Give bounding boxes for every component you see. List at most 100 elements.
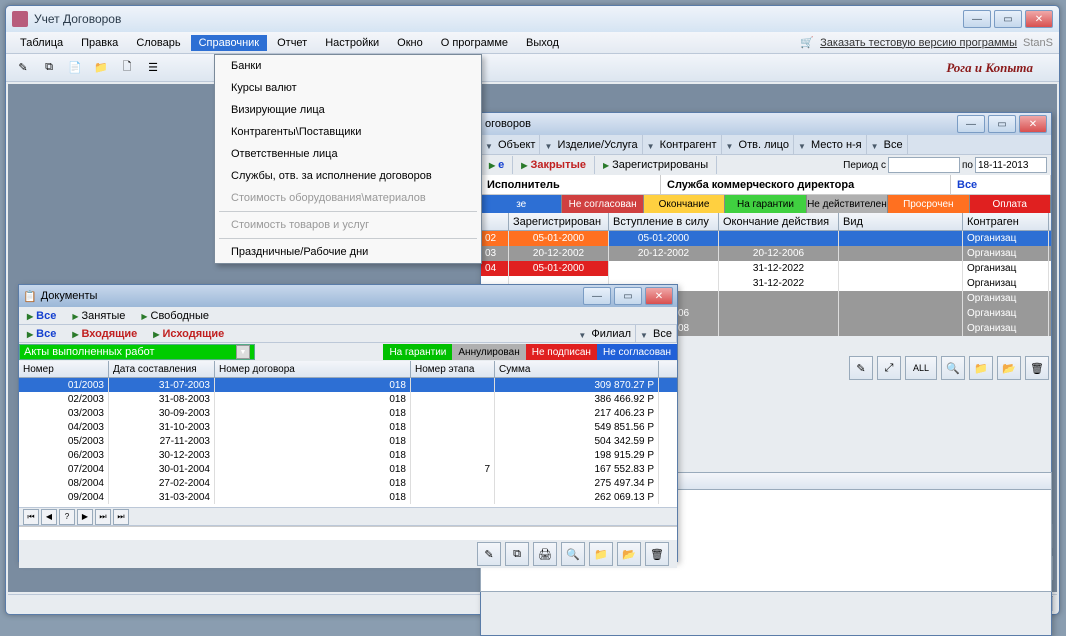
main-titlebar: Учет Договоров — ▭ ✕ <box>6 6 1059 32</box>
table-row[interactable]: 0405-01-200031-12-2022Организац <box>481 261 1051 276</box>
table-row[interactable]: 05/200327-11-2003018504 342.59 Р <box>19 434 677 448</box>
contracts-max-button[interactable]: ▭ <box>988 115 1016 133</box>
ct-search-icon[interactable]: 🔍 <box>941 356 965 380</box>
docs-tab2-all[interactable]: ▶Все <box>19 325 64 343</box>
nav-first-button[interactable]: ⏮ <box>23 509 39 525</box>
ct-trash-icon[interactable]: 🗑 <box>1025 356 1049 380</box>
nav-last2-button[interactable]: ⏭ <box>113 509 129 525</box>
table-row[interactable]: 07/200430-01-20040187167 552.83 Р <box>19 462 677 476</box>
dropdown-item[interactable]: Курсы валют <box>215 77 481 99</box>
column-header[interactable]: Зарегистрирован <box>509 213 609 230</box>
dt-print-icon[interactable]: 🖨 <box>533 542 557 566</box>
table-row[interactable]: 0320-12-200220-12-200220-12-2006Организа… <box>481 246 1051 261</box>
table-row[interactable]: 06/200330-12-2003018198 915.29 Р <box>19 448 677 462</box>
nav-last-button[interactable]: ⏭ <box>95 509 111 525</box>
filter-counterparty[interactable]: Контрагент <box>643 135 722 154</box>
dt-folder2-icon[interactable]: 📂 <box>617 542 641 566</box>
menu-window[interactable]: Окно <box>389 35 431 51</box>
dt-copy-icon[interactable]: ⧉ <box>505 542 529 566</box>
nav-prev-button[interactable]: ◀ <box>41 509 57 525</box>
column-header[interactable]: Дата составления <box>109 361 215 377</box>
filter-responsible[interactable]: Отв. лицо <box>722 135 794 154</box>
filter-all[interactable]: Все <box>867 135 908 154</box>
menu-settings[interactable]: Настройки <box>317 35 387 51</box>
menu-dictionary[interactable]: Словарь <box>128 35 188 51</box>
dropdown-item[interactable]: Ответственные лица <box>215 143 481 165</box>
tool-new-icon[interactable]: 🗋 <box>116 57 138 79</box>
ct-select-icon[interactable]: ⤢ <box>877 356 901 380</box>
legend-item: Не подписан <box>526 344 597 360</box>
doc-type-select[interactable]: Акты выполненных работ ▼ <box>19 344 255 360</box>
filter-location[interactable]: Место н-я <box>794 135 867 154</box>
dropdown-item[interactable]: Контрагенты\Поставщики <box>215 121 481 143</box>
column-header[interactable]: Вступление в силу <box>609 213 719 230</box>
date-from-input[interactable] <box>888 157 960 173</box>
docs-close-button[interactable]: ✕ <box>645 287 673 305</box>
filter-object[interactable]: Объект <box>481 135 540 154</box>
tool-copy-icon[interactable]: ⧉ <box>38 57 60 79</box>
filter-product[interactable]: Изделие/Услуга <box>540 135 642 154</box>
docs-tab-all[interactable]: ▶Все <box>19 307 64 325</box>
date-to-input[interactable] <box>975 157 1047 173</box>
column-header[interactable]: Вид <box>839 213 963 230</box>
column-header[interactable]: Номер этапа <box>411 361 495 377</box>
ct-folder2-icon[interactable]: 📂 <box>997 356 1021 380</box>
tool-doc-icon[interactable]: 📄 <box>64 57 86 79</box>
dt-folder-icon[interactable]: 📁 <box>589 542 613 566</box>
nav-next-button[interactable]: ▶ <box>77 509 93 525</box>
docs-all-filter[interactable]: Все <box>636 325 677 342</box>
tool-wand-icon[interactable]: ✎ <box>12 57 34 79</box>
table-row[interactable]: 02/200331-08-2003018386 466.92 Р <box>19 392 677 406</box>
column-header[interactable]: Сумма <box>495 361 659 377</box>
contracts-min-button[interactable]: — <box>957 115 985 133</box>
table-row[interactable]: 0205-01-200005-01-2000Организац <box>481 231 1051 246</box>
menu-table[interactable]: Таблица <box>12 35 71 51</box>
menu-edit[interactable]: Правка <box>73 35 126 51</box>
column-header[interactable]: Номер <box>19 361 109 377</box>
dropdown-item[interactable]: Праздничные/Рабочие дни <box>215 241 481 263</box>
dt-trash-icon[interactable]: 🗑 <box>645 542 669 566</box>
tab-e[interactable]: ▶е <box>481 156 513 174</box>
docs-grid-body[interactable]: 01/200331-07-2003018309 870.27 Р02/20033… <box>19 378 677 508</box>
docs-max-button[interactable]: ▭ <box>614 287 642 305</box>
tool-list-icon[interactable]: ☰ <box>142 57 164 79</box>
tool-folder-icon[interactable]: 📁 <box>90 57 112 79</box>
dt-edit-icon[interactable]: ✎ <box>477 542 501 566</box>
table-row[interactable]: 08/200427-02-2004018275 497.34 Р <box>19 476 677 490</box>
docs-tab-busy[interactable]: ▶Занятые <box>64 307 133 325</box>
docs-branch-filter[interactable]: Филиал <box>574 325 636 342</box>
menu-reference[interactable]: Справочник <box>191 35 268 51</box>
ct-folder-icon[interactable]: 📁 <box>969 356 993 380</box>
dropdown-item[interactable]: Банки <box>215 55 481 77</box>
main-window: Учет Договоров — ▭ ✕ Таблица Правка Слов… <box>5 5 1060 615</box>
column-header[interactable]: Номер договора <box>215 361 411 377</box>
contracts-close-button[interactable]: ✕ <box>1019 115 1047 133</box>
table-row[interactable]: 04/200331-10-2003018549 851.56 Р <box>19 420 677 434</box>
docs-min-button[interactable]: — <box>583 287 611 305</box>
ct-all-button[interactable]: ALL <box>905 356 937 380</box>
table-row[interactable]: 03/200330-09-2003018217 406.23 Р <box>19 406 677 420</box>
table-row[interactable]: 01/200331-07-2003018309 870.27 Р <box>19 378 677 392</box>
column-header[interactable] <box>481 213 509 230</box>
minimize-button[interactable]: — <box>963 10 991 28</box>
dropdown-item[interactable]: Визирующие лица <box>215 99 481 121</box>
order-link[interactable]: Заказать тестовую версию программы <box>820 37 1017 49</box>
dt-search-icon[interactable]: 🔍 <box>561 542 585 566</box>
docs-tab-free[interactable]: ▶Свободные <box>133 307 217 325</box>
tab-registered[interactable]: ▶Зарегистрированы <box>595 156 717 174</box>
nav-info-button[interactable]: ? <box>59 509 75 525</box>
menu-about[interactable]: О программе <box>433 35 516 51</box>
ct-edit-icon[interactable]: ✎ <box>849 356 873 380</box>
maximize-button[interactable]: ▭ <box>994 10 1022 28</box>
column-header[interactable]: Контраген <box>963 213 1049 230</box>
tab-closed[interactable]: ▶Закрытые <box>513 156 595 174</box>
docs-tab2-out[interactable]: ▶Исходящие <box>145 325 232 343</box>
menu-exit[interactable]: Выход <box>518 35 567 51</box>
dropdown-item[interactable]: Службы, отв. за исполнение договоров <box>215 165 481 187</box>
close-button[interactable]: ✕ <box>1025 10 1053 28</box>
docs-tab2-in[interactable]: ▶Входящие <box>64 325 145 343</box>
docs-tabs2: ▶Все ▶Входящие ▶Исходящие Филиал Все <box>19 325 677 343</box>
column-header[interactable]: Окончание действия <box>719 213 839 230</box>
table-row[interactable]: 09/200431-03-2004018262 069.13 Р <box>19 490 677 504</box>
menu-report[interactable]: Отчет <box>269 35 315 51</box>
